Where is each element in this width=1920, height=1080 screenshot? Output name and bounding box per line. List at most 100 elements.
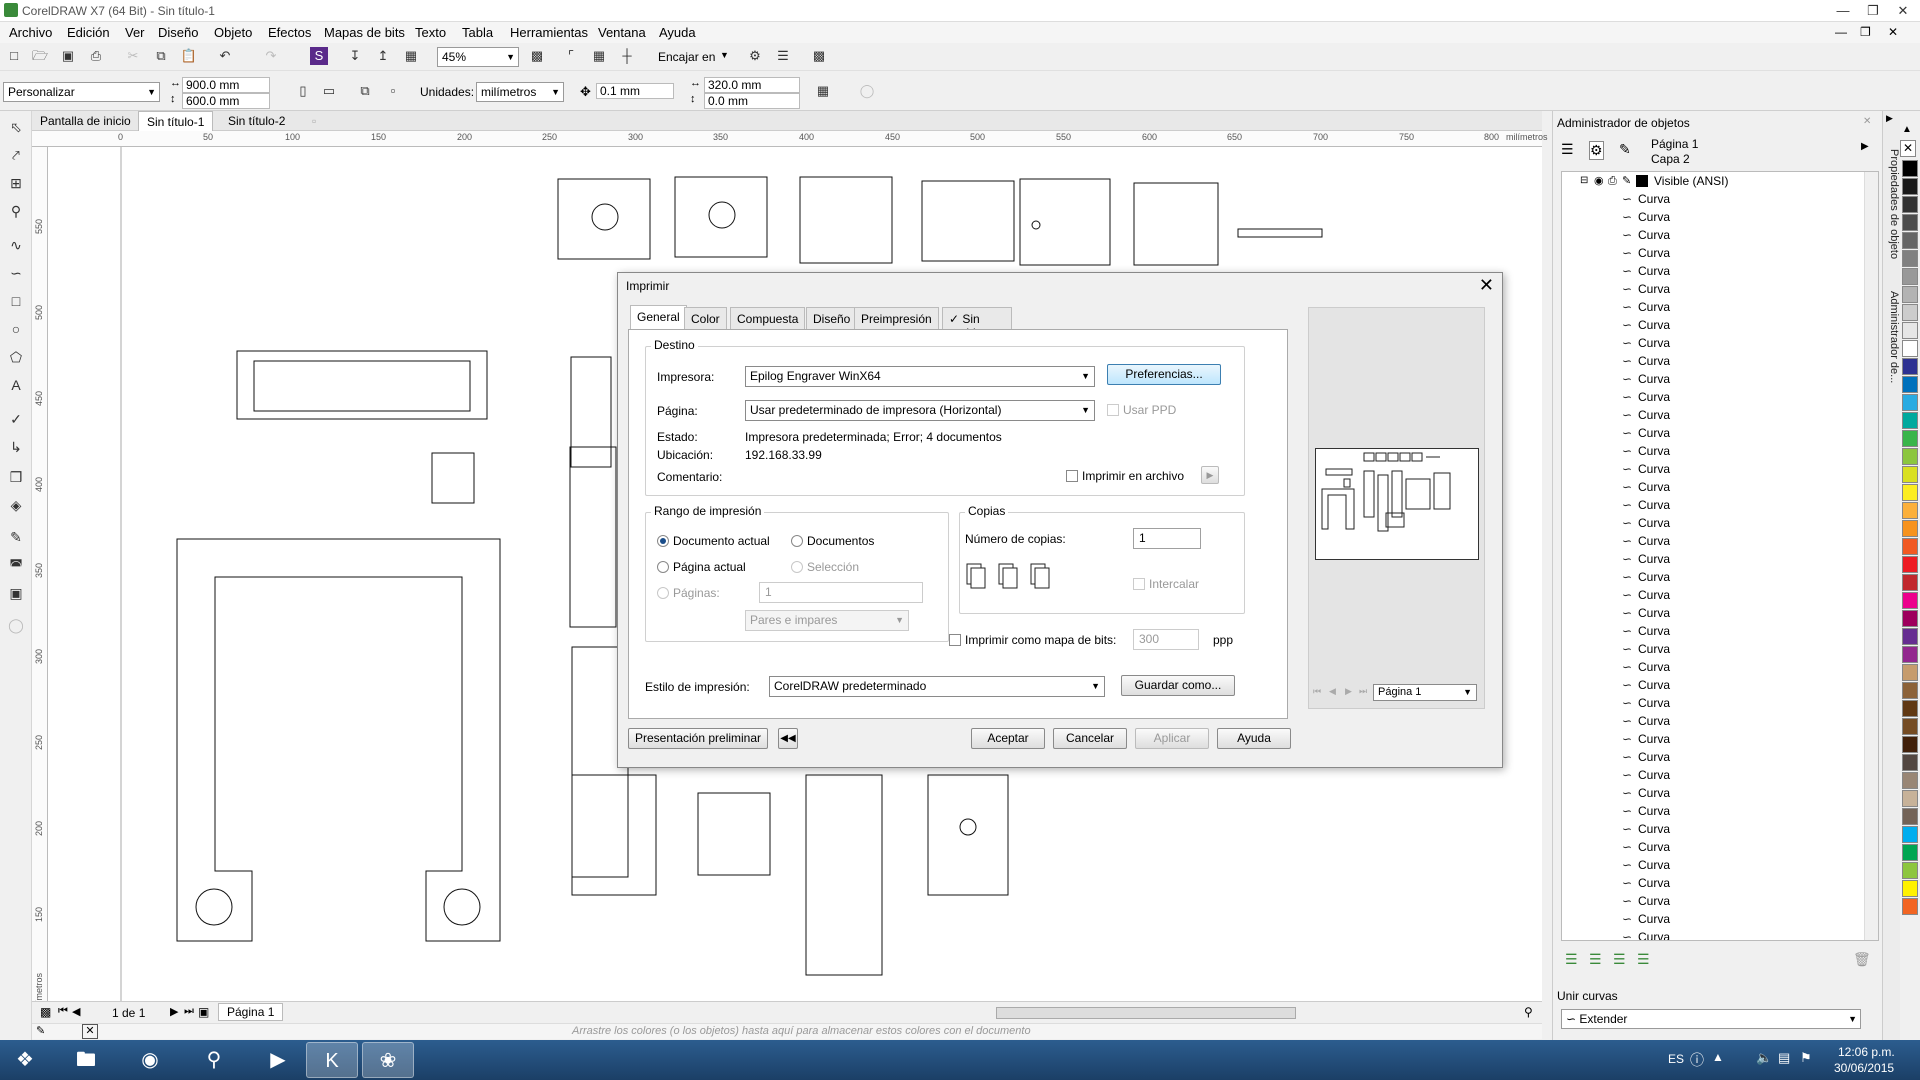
new-icon[interactable]: □	[5, 47, 23, 65]
color-swatch[interactable]	[1902, 448, 1918, 465]
copy-icon[interactable]: ⧉	[152, 47, 170, 65]
doc-minimize-icon[interactable]: —	[1835, 25, 1847, 39]
display-icon[interactable]: ▩	[810, 47, 828, 65]
tree-item-curve[interactable]: ∽ Curva	[1562, 856, 1862, 874]
tree-item-curve[interactable]: ∽ Curva	[1562, 910, 1862, 928]
menu-ayuda[interactable]: Ayuda	[659, 25, 696, 40]
search-content-icon[interactable]: S	[310, 47, 328, 65]
print-as-bitmap-checkbox[interactable]	[949, 634, 961, 646]
eyedropper-icon[interactable]: ✎	[6, 527, 26, 547]
ok-button[interactable]: Aceptar	[971, 728, 1045, 749]
color-swatch[interactable]	[1902, 646, 1918, 663]
open-icon[interactable]: 🗁	[31, 47, 49, 65]
color-swatch[interactable]	[1902, 286, 1918, 303]
first-page-icon[interactable]: ⏮	[1313, 686, 1321, 697]
range-current-document-radio[interactable]	[657, 535, 669, 547]
grid-icon[interactable]: ▦	[590, 47, 608, 65]
save-icon[interactable]: ▣	[59, 47, 77, 65]
collate-checkbox[interactable]	[1133, 578, 1145, 590]
preferences-button[interactable]: Preferencias...	[1107, 364, 1221, 385]
range-selection-radio[interactable]	[791, 561, 803, 573]
range-current-page-radio[interactable]	[657, 561, 669, 573]
page-height-input[interactable]: 600.0 mm	[182, 93, 270, 109]
restore-icon[interactable]: ❐	[1858, 0, 1888, 22]
color-swatch[interactable]	[1902, 538, 1918, 555]
color-swatch[interactable]	[1902, 880, 1918, 897]
fit-page-icon[interactable]: ▩	[40, 1005, 51, 1019]
tab-general[interactable]: General	[630, 305, 687, 329]
no-color-icon[interactable]: ✕	[82, 1024, 98, 1039]
current-page-icon[interactable]: ▫	[384, 82, 402, 100]
palette-scroll-up-icon[interactable]: ▲	[1902, 124, 1912, 135]
color-swatch[interactable]	[1902, 196, 1918, 213]
tree-item-curve[interactable]: ∽ Curva	[1562, 658, 1862, 676]
tab-object-manager[interactable]: Administrador de...	[1884, 291, 1900, 383]
menu-mapas-de-bits[interactable]: Mapas de bits	[324, 25, 405, 40]
color-swatch[interactable]	[1902, 700, 1918, 717]
all-pages-icon[interactable]: ⧉	[356, 82, 374, 100]
tree-item-curve[interactable]: ∽ Curva	[1562, 748, 1862, 766]
chrome-icon[interactable]: ◉	[124, 1042, 176, 1078]
paste-icon[interactable]: 📋	[180, 47, 198, 65]
tab-color[interactable]: Color	[684, 307, 727, 329]
tree-item-curve[interactable]: ∽ Curva	[1562, 694, 1862, 712]
tab-preimpresion[interactable]: Preimpresión	[854, 307, 939, 329]
tree-item-curve[interactable]: ∽ Curva	[1562, 640, 1862, 658]
pages-input[interactable]: 1	[759, 582, 923, 603]
vertical-ruler[interactable]: 550 500 450 400 350 300 250 200 150 milí…	[32, 147, 48, 1017]
clock-time[interactable]: 12:06 p.m.	[1838, 1045, 1895, 1059]
color-swatch[interactable]	[1902, 628, 1918, 645]
color-swatch[interactable]	[1902, 412, 1918, 429]
tree-scrollbar[interactable]	[1864, 172, 1878, 940]
page-width-input[interactable]: 900.0 mm	[182, 77, 270, 93]
zoom-icon[interactable]: ⚲	[1524, 1005, 1533, 1019]
explorer-icon[interactable]: 🖿	[60, 1042, 112, 1078]
close-icon[interactable]: ✕	[1888, 0, 1918, 22]
bitmap-dpi-input[interactable]: 300	[1133, 629, 1199, 650]
color-swatch[interactable]	[1902, 430, 1918, 447]
tree-root-row[interactable]: ⊟ ◉ ⎙ ✎ Visible (ANSI)	[1562, 172, 1862, 190]
page-preset-combo[interactable]: Personalizar ▼	[3, 82, 160, 102]
color-swatch[interactable]	[1902, 502, 1918, 519]
tree-item-curve[interactable]: ∽ Curva	[1562, 532, 1862, 550]
transparency-icon[interactable]: ◈	[6, 495, 26, 515]
clock-date[interactable]: 30/06/2015	[1834, 1061, 1894, 1075]
import-icon[interactable]: ↧	[346, 47, 364, 65]
doc-close-icon[interactable]: ✕	[1888, 25, 1898, 39]
quick-customize-icon[interactable]: ◯	[858, 82, 876, 100]
artistic-media-icon[interactable]: ∽	[6, 263, 26, 283]
color-swatch[interactable]	[1902, 304, 1918, 321]
quick-customize-icon[interactable]: ◯	[6, 615, 26, 635]
search-app-icon[interactable]: ⚲	[188, 1042, 240, 1078]
preview-page-combo[interactable]: Página 1 ▼	[1373, 684, 1477, 701]
color-swatch[interactable]	[1902, 250, 1918, 267]
connector-tool-icon[interactable]: ↳	[6, 437, 26, 457]
copies-input[interactable]: 1	[1133, 528, 1201, 549]
color-swatch[interactable]	[1902, 214, 1918, 231]
last-page-icon[interactable]: ⏭	[1359, 686, 1367, 697]
tree-item-curve[interactable]: ∽ Curva	[1562, 586, 1862, 604]
rulers-icon[interactable]: ⌜	[562, 47, 580, 65]
save-as-button[interactable]: Guardar como...	[1121, 675, 1235, 696]
document-palette[interactable]: ✎ ✕ Arrastre los colores (o los objetos)…	[32, 1023, 1542, 1039]
tab-compuesta[interactable]: Compuesta	[730, 307, 806, 329]
zoom-tool-icon[interactable]: ⚲	[6, 201, 26, 221]
docker-close-icon[interactable]: ✕	[1863, 116, 1871, 127]
tree-item-curve[interactable]: ∽ Curva	[1562, 838, 1862, 856]
freehand-tool-icon[interactable]: ∿	[6, 235, 26, 255]
show-object-properties-icon[interactable]: ⚙	[1589, 141, 1604, 160]
horizontal-scrollbar[interactable]	[996, 1007, 1296, 1019]
full-screen-icon[interactable]: ▩	[528, 47, 546, 65]
application-launcher-icon[interactable]: ☰	[774, 47, 792, 65]
tree-item-curve[interactable]: ∽ Curva	[1562, 406, 1862, 424]
collapse-icon[interactable]: ⊟	[1580, 172, 1588, 190]
tab-sin-problemas[interactable]: ✓ Sin problemas	[942, 307, 1013, 340]
color-swatch[interactable]	[1902, 682, 1918, 699]
nudge-distance-input[interactable]: 0.1 mm	[596, 83, 674, 99]
tree-item-curve[interactable]: ∽ Curva	[1562, 262, 1862, 280]
menu-objeto[interactable]: Objeto	[214, 25, 252, 40]
tree-item-curve[interactable]: ∽ Curva	[1562, 370, 1862, 388]
tray-expand-icon[interactable]: ▲	[1712, 1050, 1724, 1064]
close-icon[interactable]: ✕	[1479, 275, 1494, 296]
menu-efectos[interactable]: Efectos	[268, 25, 311, 40]
